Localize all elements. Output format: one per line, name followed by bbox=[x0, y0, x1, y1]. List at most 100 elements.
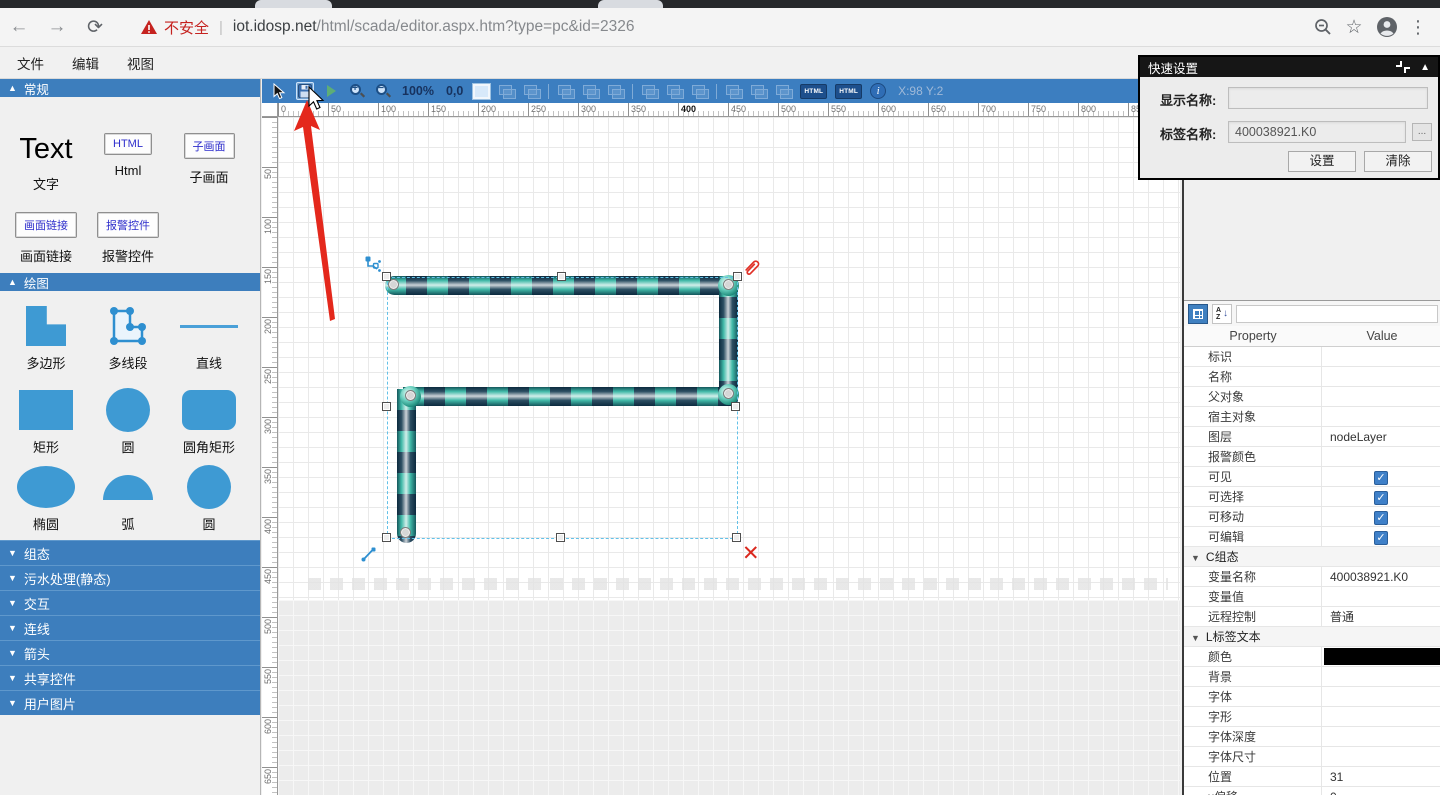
property-value[interactable]: ✓ bbox=[1322, 467, 1440, 487]
toolbox-item-ellipse[interactable]: 椭圆 bbox=[3, 466, 89, 533]
property-row[interactable]: 字体 bbox=[1184, 687, 1440, 707]
property-value[interactable]: 普通 bbox=[1322, 607, 1440, 627]
property-row[interactable]: 可移动✓ bbox=[1184, 507, 1440, 527]
property-value[interactable] bbox=[1322, 447, 1440, 467]
property-row[interactable]: x偏移0 bbox=[1184, 787, 1440, 795]
checkbox-icon[interactable]: ✓ bbox=[1374, 511, 1388, 525]
run-preview-icon[interactable] bbox=[322, 82, 340, 100]
align-bottom-icon[interactable] bbox=[691, 84, 708, 98]
menu-edit[interactable]: 编辑 bbox=[58, 47, 113, 78]
property-row[interactable]: 字体深度 bbox=[1184, 727, 1440, 747]
property-row[interactable]: 可编辑✓ bbox=[1184, 527, 1440, 547]
zoom-in-icon[interactable]: + bbox=[348, 82, 366, 100]
browser-menu-icon[interactable]: ⋮ bbox=[1408, 17, 1428, 38]
property-row[interactable]: 远程控制普通 bbox=[1184, 607, 1440, 627]
property-row[interactable]: 背景 bbox=[1184, 667, 1440, 687]
html-preview-icon[interactable]: HTML bbox=[835, 84, 862, 99]
property-value[interactable] bbox=[1322, 647, 1440, 667]
property-value[interactable] bbox=[1322, 407, 1440, 427]
property-value[interactable] bbox=[1322, 387, 1440, 407]
same-width-icon[interactable] bbox=[725, 84, 742, 98]
html-source-icon[interactable]: HTML bbox=[800, 84, 827, 99]
selection-handle-nw[interactable] bbox=[382, 272, 391, 281]
align-right-icon[interactable] bbox=[607, 84, 624, 98]
property-row[interactable]: 变量名称400038921.K0 bbox=[1184, 567, 1440, 587]
checkbox-icon[interactable]: ✓ bbox=[1374, 471, 1388, 485]
bookmark-star-icon[interactable]: ☆ bbox=[1342, 16, 1366, 39]
property-value[interactable] bbox=[1322, 347, 1440, 367]
toolbox-item-html[interactable]: HTML Html bbox=[92, 133, 164, 178]
quick-settings-titlebar[interactable]: 快速设置 ▲ bbox=[1140, 57, 1438, 77]
categorized-view-icon[interactable] bbox=[1188, 304, 1208, 324]
clear-button[interactable]: 清除 bbox=[1364, 151, 1432, 172]
pipe-vertex-handle[interactable] bbox=[405, 390, 416, 401]
ungroup-icon[interactable] bbox=[523, 84, 540, 98]
property-section-row[interactable]: ▼C组态 bbox=[1184, 547, 1440, 567]
same-height-icon[interactable] bbox=[750, 84, 767, 98]
collapse-triangle-icon[interactable]: ▼ bbox=[1184, 553, 1206, 563]
selection-handle-n[interactable] bbox=[557, 272, 566, 281]
property-value[interactable]: ✓ bbox=[1322, 507, 1440, 527]
toolbox-item-text[interactable]: Text 文字 bbox=[8, 133, 84, 193]
property-value[interactable]: 400038921.K0 bbox=[1322, 567, 1440, 587]
collapse-panel-icon[interactable]: ▲ bbox=[1420, 62, 1430, 73]
sidebar-section-sewage[interactable]: ▼ 污水处理(静态) bbox=[0, 565, 260, 590]
toolbox-item-rounded-rectangle[interactable]: 圆角矩形 bbox=[166, 389, 252, 456]
property-row[interactable]: 标识 bbox=[1184, 347, 1440, 367]
toolbox-item-alarm-control[interactable]: 报警控件 报警控件 bbox=[92, 212, 164, 265]
checkbox-icon[interactable]: ✓ bbox=[1374, 531, 1388, 545]
property-row[interactable]: 宿主对象 bbox=[1184, 407, 1440, 427]
align-center-icon[interactable] bbox=[582, 84, 599, 98]
toolbox-item-polyline[interactable]: 多线段 bbox=[85, 305, 171, 372]
menu-view[interactable]: 视图 bbox=[113, 47, 168, 78]
property-row[interactable]: 图层nodeLayer bbox=[1184, 427, 1440, 447]
address-bar[interactable]: 不安全 | iot.idosp.net /html/scada/editor.a… bbox=[140, 17, 1313, 38]
reload-icon[interactable]: ⟳ bbox=[76, 16, 114, 39]
sidebar-section-zutai[interactable]: ▼ 组态 bbox=[0, 540, 260, 565]
toolbox-item-screen-link[interactable]: 画面链接 画面链接 bbox=[8, 212, 84, 265]
property-section-row[interactable]: ▼L标签文本 bbox=[1184, 627, 1440, 647]
security-warning-label[interactable]: 不安全 bbox=[164, 17, 209, 38]
property-row[interactable]: 变量值 bbox=[1184, 587, 1440, 607]
selection-handle-sw[interactable] bbox=[382, 533, 391, 542]
group-icon[interactable] bbox=[498, 84, 515, 98]
align-middle-icon[interactable] bbox=[666, 84, 683, 98]
zoom-page-icon[interactable] bbox=[1313, 17, 1333, 37]
url-path[interactable]: /html/scada/editor.aspx.htm?type=pc&id=2… bbox=[317, 18, 635, 36]
toolbox-item-circle[interactable]: 圆 bbox=[85, 389, 171, 456]
sidebar-section-user-images[interactable]: ▼ 用户图片 bbox=[0, 690, 260, 715]
align-left-icon[interactable] bbox=[557, 84, 574, 98]
selection-handle-e[interactable] bbox=[731, 402, 740, 411]
pipe-vertex-handle[interactable] bbox=[400, 527, 411, 538]
browser-tab[interactable] bbox=[598, 0, 663, 8]
collapse-triangle-icon[interactable]: ▼ bbox=[1184, 633, 1206, 643]
property-row[interactable]: 颜色 bbox=[1184, 647, 1440, 667]
property-row[interactable]: 名称 bbox=[1184, 367, 1440, 387]
sidebar-section-arrow[interactable]: ▼ 箭头 bbox=[0, 640, 260, 665]
property-value[interactable]: ✓ bbox=[1322, 527, 1440, 547]
info-icon[interactable]: i bbox=[870, 83, 886, 99]
menu-file[interactable]: 文件 bbox=[0, 47, 58, 78]
toolbox-item-polygon[interactable]: 多边形 bbox=[3, 305, 89, 372]
toolbox-item-circle2[interactable]: 圆 bbox=[166, 466, 252, 533]
selection-handle-s[interactable] bbox=[556, 533, 565, 542]
property-value[interactable] bbox=[1322, 687, 1440, 707]
property-value[interactable] bbox=[1322, 747, 1440, 767]
pipe-vertex-handle[interactable] bbox=[723, 388, 734, 399]
sort-alphabetical-icon[interactable]: AZ↓ bbox=[1212, 304, 1232, 324]
property-value[interactable]: ✓ bbox=[1322, 487, 1440, 507]
property-row[interactable]: 字形 bbox=[1184, 707, 1440, 727]
property-value[interactable]: 0 bbox=[1322, 787, 1440, 795]
toolbox-item-arc[interactable]: 弧 bbox=[85, 466, 171, 533]
property-row[interactable]: 可选择✓ bbox=[1184, 487, 1440, 507]
property-filter-input[interactable] bbox=[1236, 305, 1438, 323]
property-value[interactable] bbox=[1322, 727, 1440, 747]
property-row[interactable]: 父对象 bbox=[1184, 387, 1440, 407]
display-name-input[interactable] bbox=[1228, 87, 1428, 109]
sidebar-section-interaction[interactable]: ▼ 交互 bbox=[0, 590, 260, 615]
pointer-tool-icon[interactable] bbox=[270, 82, 288, 100]
forward-icon[interactable]: → bbox=[38, 16, 76, 38]
property-value[interactable]: nodeLayer bbox=[1322, 427, 1440, 447]
property-value[interactable] bbox=[1322, 707, 1440, 727]
tag-name-input[interactable]: 400038921.K0 bbox=[1228, 121, 1406, 143]
